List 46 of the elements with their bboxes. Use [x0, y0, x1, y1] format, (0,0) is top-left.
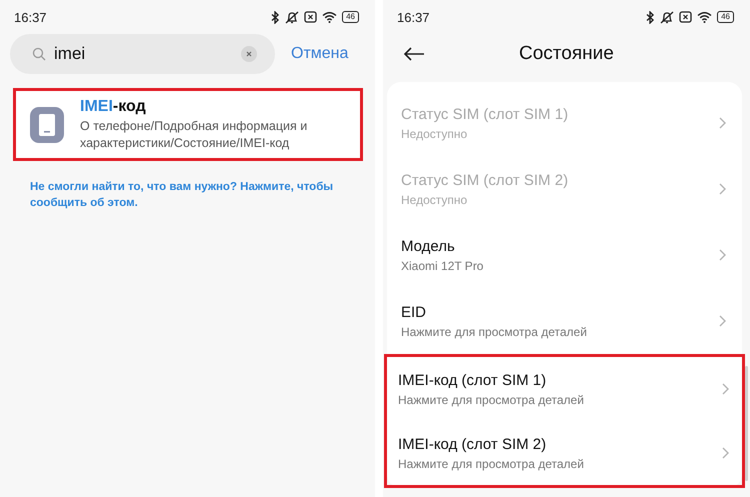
settings-row[interactable]: IMEI-код (слот SIM 1) Нажмите для просмотра деталей — [387, 357, 742, 421]
battery-level: 46 — [717, 11, 734, 23]
status-time: 16:37 — [397, 10, 430, 24]
cancel-button[interactable]: Отмена — [291, 45, 348, 63]
muted-bell-icon — [660, 10, 674, 24]
row-subtitle: Нажмите для просмотра деталей — [398, 456, 584, 470]
settings-row[interactable]: EID Нажмите для просмотра деталей — [387, 288, 742, 354]
phone-icon — [30, 106, 64, 142]
settings-row[interactable]: IMEI-код (слот SIM 2) Нажмите для просмотра деталей — [387, 421, 742, 485]
page-title: Состояние — [519, 43, 614, 65]
chevron-icon — [722, 383, 729, 395]
close-icon — [246, 51, 252, 57]
row-title: IMEI-код (слот SIM 1) — [398, 372, 548, 388]
result-title: IMEI-код — [80, 98, 147, 116]
row-title: Статус SIM (слот SIM 1) — [401, 106, 568, 122]
row-subtitle: Недоступно — [401, 126, 468, 140]
search-result[interactable]: IMEI-код О телефоне/Подробная информация и характеристики/Состояние/IMEI-код — [13, 88, 363, 161]
back-arrow-icon[interactable] — [403, 47, 425, 61]
chevron-icon — [719, 249, 726, 261]
bluetooth-icon — [646, 10, 656, 24]
settings-row[interactable]: Модель Xiaomi 12T Pro — [387, 222, 742, 288]
row-title: Модель — [401, 238, 456, 254]
sim-off-icon — [679, 11, 692, 23]
row-subtitle: Нажмите для просмотра деталей — [401, 324, 587, 338]
chevron-icon — [719, 183, 726, 195]
row-subtitle: Xiaomi 12T Pro — [401, 258, 484, 272]
battery-level: 46 — [342, 11, 359, 23]
search-field[interactable]: imei — [10, 34, 275, 74]
muted-bell-icon — [285, 10, 300, 24]
clear-button[interactable] — [241, 46, 257, 62]
result-path: О телефоне/Подробная информация и характеристики/Состояние/IMEI-код — [80, 118, 308, 152]
search-icon — [32, 47, 46, 61]
chevron-icon — [722, 447, 729, 459]
bluetooth-icon — [271, 10, 280, 24]
row-subtitle: Недоступно — [401, 192, 468, 206]
wifi-icon — [697, 11, 712, 23]
feedback-link[interactable]: Не смогли найти то, что вам нужно? Нажмите, чтобы сообщить об этом. — [0, 161, 375, 211]
row-title: IMEI-код (слот SIM 2) — [398, 436, 548, 452]
row-title: EID — [401, 304, 428, 320]
row-subtitle: Нажмите для просмотра деталей — [398, 392, 584, 406]
chevron-icon — [719, 117, 726, 129]
wifi-icon — [322, 11, 338, 23]
row-title: Статус SIM (слот SIM 2) — [401, 172, 568, 188]
status-time: 16:37 — [14, 10, 47, 24]
chevron-icon — [719, 315, 726, 327]
sim-off-icon — [304, 11, 318, 23]
